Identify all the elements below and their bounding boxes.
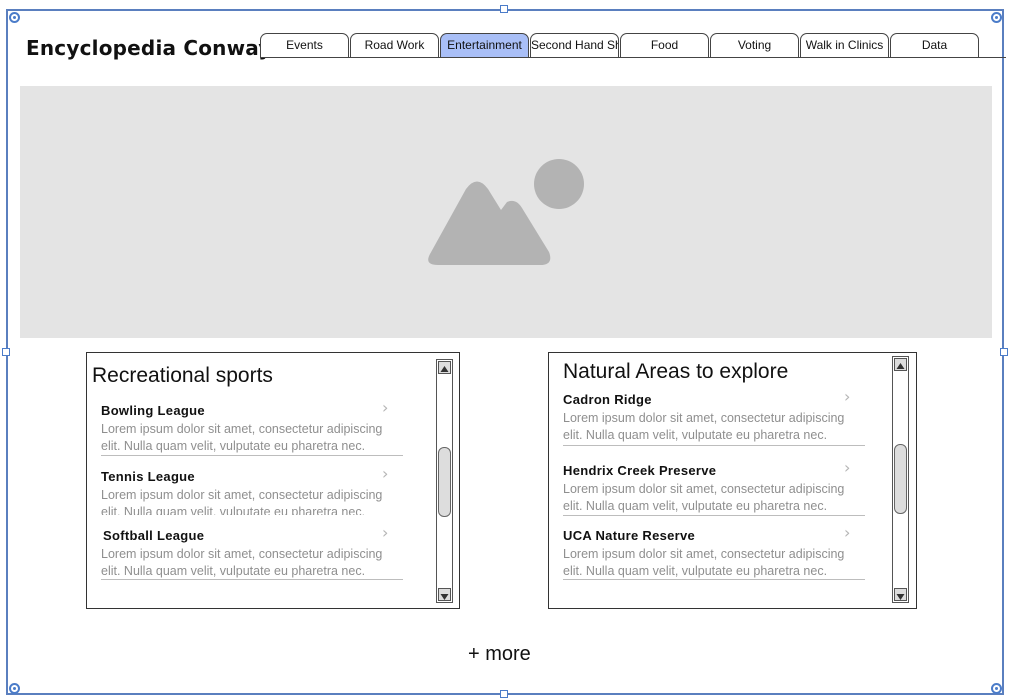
tab-road-work[interactable]: Road Work [350,33,439,57]
item-title: Tennis League [101,469,195,484]
triangle-down-icon [440,594,449,600]
chevron-right-icon: › [844,523,851,542]
tab-data[interactable]: Data [890,33,979,57]
item-title: Softball League [103,528,205,543]
tab-walk-in-clinics[interactable]: Walk in Clinics [800,33,889,57]
panel-title: Recreational sports [92,364,273,387]
scroll-down-button[interactable] [438,588,451,601]
tab-bar-baseline [260,57,1006,58]
vertical-scrollbar[interactable] [892,356,909,603]
resize-handle-bottom-right[interactable] [991,683,1002,694]
tab-events[interactable]: Events [260,33,349,57]
scroll-up-button[interactable] [438,361,451,374]
triangle-up-icon [440,366,449,372]
tab-second-hand-shops[interactable]: Second Hand Shops [530,33,619,57]
item-description: Lorem ipsum dolor sit amet, consectetur … [101,422,383,453]
resize-handle-bottom[interactable] [500,690,508,698]
triangle-up-icon [896,363,905,369]
tab-bar: Events Road Work Entertainment Second Ha… [260,33,980,57]
chevron-right-icon: › [382,464,389,483]
item-description: Lorem ipsum dolor sit amet, consectetur … [101,547,383,578]
resize-handle-top-left[interactable] [9,12,20,23]
chevron-right-icon: › [382,523,389,542]
image-placeholder-icon [428,159,584,265]
more-link[interactable]: + more [468,643,531,666]
tab-entertainment[interactable]: Entertainment [440,33,529,57]
item-description: Lorem ipsum dolor sit amet, consectetur … [563,411,845,442]
resize-handle-bottom-left[interactable] [9,683,20,694]
vertical-scrollbar[interactable] [436,359,453,603]
resize-handle-left[interactable] [2,348,10,356]
scroll-up-button[interactable] [894,358,907,371]
chevron-right-icon: › [382,398,389,417]
item-title: Cadron Ridge [563,392,652,407]
item-description: Lorem ipsum dolor sit amet, consectetur … [101,488,383,515]
tab-voting[interactable]: Voting [710,33,799,57]
item-divider [563,515,865,516]
site-title: Encyclopedia Conway [26,36,272,60]
chevron-right-icon: › [844,458,851,477]
tab-food[interactable]: Food [620,33,709,57]
triangle-down-icon [896,594,905,600]
item-title: Hendrix Creek Preserve [563,463,717,478]
natural-areas-panel: Natural Areas to explore Cadron Ridge Lo… [548,352,917,609]
item-title: UCA Nature Reserve [563,528,696,543]
scroll-thumb[interactable] [894,444,907,514]
resize-handle-right[interactable] [1000,348,1008,356]
hero-image-placeholder [20,86,992,338]
chevron-right-icon: › [844,387,851,406]
item-divider [101,579,403,580]
panel-title: Natural Areas to explore [563,360,789,383]
resize-handle-top-right[interactable] [991,12,1002,23]
item-description: Lorem ipsum dolor sit amet, consectetur … [563,482,845,513]
resize-handle-top[interactable] [500,5,508,13]
item-divider [563,445,865,446]
recreational-sports-panel: Recreational sports Bowling League Lorem… [86,352,460,609]
item-title: Bowling League [101,403,205,418]
scroll-down-button[interactable] [894,588,907,601]
item-divider [563,579,865,580]
item-divider [101,455,403,456]
item-description: Lorem ipsum dolor sit amet, consectetur … [563,547,845,578]
scroll-thumb[interactable] [438,447,451,517]
